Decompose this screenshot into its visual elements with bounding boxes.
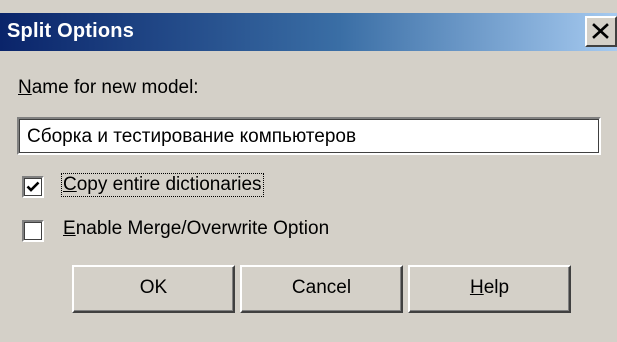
help-button[interactable]: Help bbox=[408, 265, 571, 313]
model-name-value: Сборка и тестирование компьютеров bbox=[27, 126, 357, 147]
model-name-label: Name for new model: bbox=[18, 77, 199, 98]
ok-button[interactable]: OK bbox=[72, 265, 235, 313]
enable-merge-checkbox[interactable] bbox=[22, 220, 44, 242]
copy-dictionaries-label[interactable]: Copy entire dictionaries bbox=[61, 173, 264, 197]
title-bar[interactable]: Split Options bbox=[0, 13, 617, 51]
model-name-input[interactable]: Сборка и тестирование компьютеров bbox=[17, 117, 601, 155]
enable-merge-label[interactable]: Enable Merge/Overwrite Option bbox=[62, 218, 330, 240]
close-x-icon bbox=[592, 23, 609, 39]
checkmark-icon bbox=[26, 181, 40, 192]
copy-dictionaries-checkbox[interactable] bbox=[22, 176, 44, 198]
split-options-dialog: Split Options Name for new model: Сборка… bbox=[0, 0, 617, 342]
dialog-title: Split Options bbox=[7, 20, 135, 42]
close-button[interactable] bbox=[585, 16, 617, 47]
cancel-button[interactable]: Cancel bbox=[240, 265, 403, 313]
